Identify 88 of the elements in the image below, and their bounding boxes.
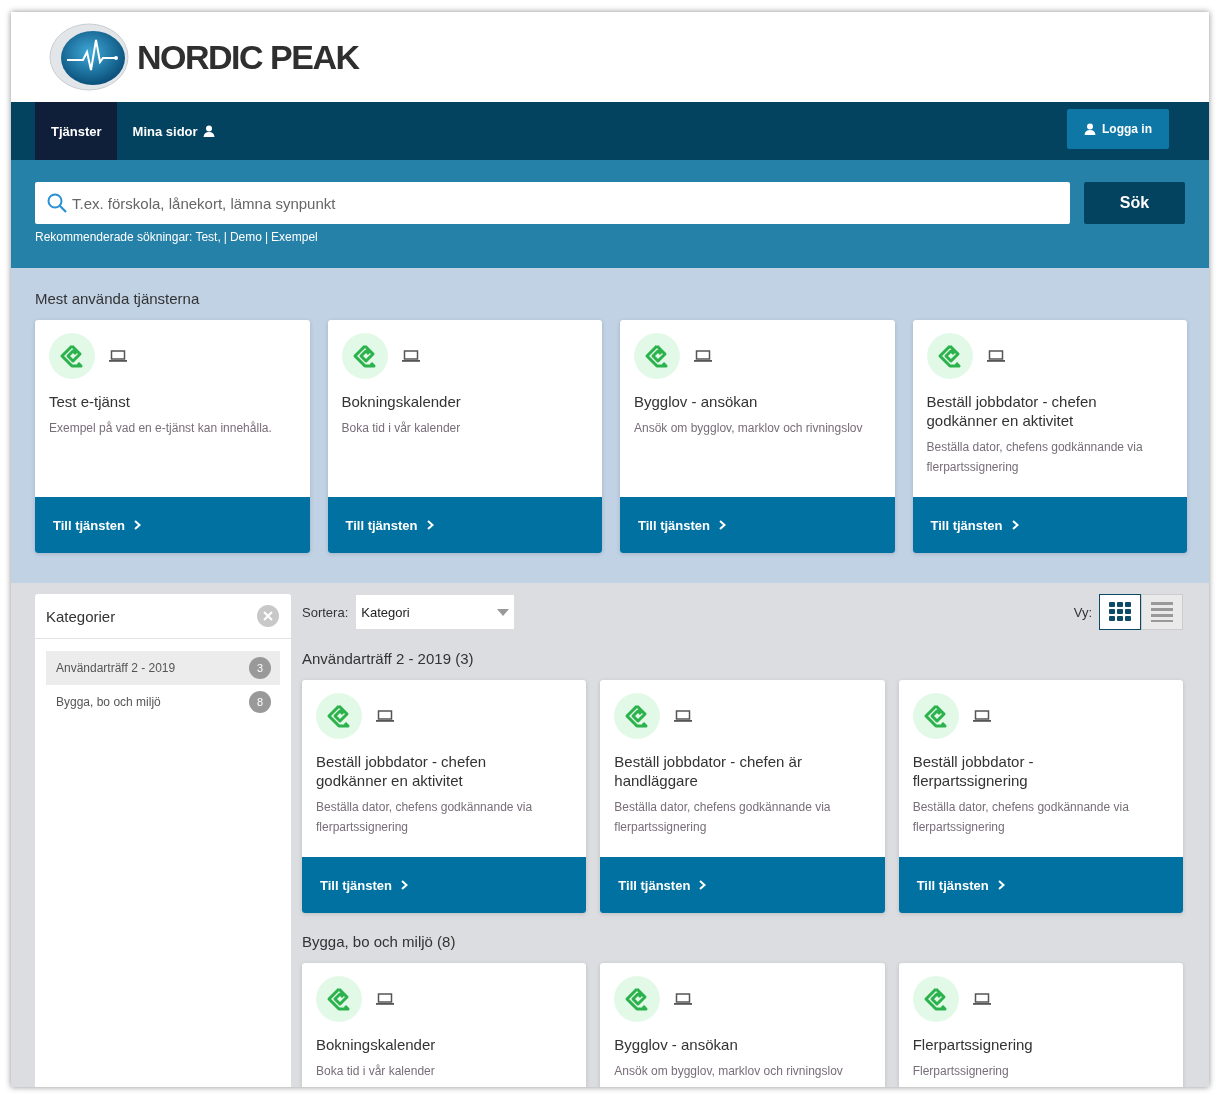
panel-title: Kategorier (46, 607, 116, 625)
card-title: Beställ jobbdator - chefen godkänner en aktivitet (316, 752, 488, 790)
card-description: Beställa dator, chefens godkännande via flerpartssignering (614, 799, 832, 836)
laptop-icon (986, 350, 1005, 362)
laptop-icon (376, 993, 394, 1005)
close-icon[interactable] (257, 605, 279, 627)
card-title: Flerpartssignering (912, 1035, 1034, 1054)
caret-down-icon (497, 608, 510, 616)
service-link-button[interactable]: Till tjänsten (912, 497, 1187, 553)
chevron-right-icon (1011, 520, 1019, 530)
laptop-icon (376, 710, 394, 722)
category-item[interactable]: Bygga, bo och miljö 8 (46, 685, 280, 719)
chevron-right-icon (134, 520, 141, 530)
recommended-link[interactable]: Demo (229, 230, 262, 244)
recommended-label: Rekommenderade sökningar: (35, 230, 193, 244)
service-link-button[interactable]: Till tjänsten (898, 857, 1183, 913)
grid-view-button[interactable] (1099, 594, 1141, 630)
service-link-button[interactable]: Till tjänsten (302, 857, 587, 913)
laptop-icon (674, 993, 693, 1005)
service-link-button[interactable]: Till tjänsten (600, 857, 885, 913)
laptop-icon (972, 710, 991, 722)
count-badge: 8 (249, 691, 271, 713)
laptop-icon (694, 350, 712, 362)
card-title: Bygglov - ansökan (614, 1035, 739, 1054)
card-title: Bokningskalender (316, 1035, 437, 1054)
group-heading: Användarträff 2 - 2019 (3) (302, 650, 475, 667)
card-description: Ansök om bygglov, marklov och rivningslov (634, 420, 864, 437)
login-button[interactable]: Logga in (1067, 109, 1169, 149)
search-icon (47, 193, 67, 213)
list-icon (1151, 602, 1173, 622)
separator: | (223, 230, 227, 244)
logo[interactable]: NORDIC PEAK (49, 22, 359, 92)
card-description: Beställa dator, chefens godkännande via flerpartssignering (316, 799, 534, 836)
e-service-icon (926, 333, 973, 379)
card-description: Beställa dator, chefens godkännande via flerpartssignering (912, 799, 1130, 836)
chevron-right-icon (426, 520, 434, 530)
section-heading: Mest använda tjänsterna (35, 290, 201, 307)
service-link-button[interactable]: Till tjänsten (327, 497, 602, 553)
chevron-right-icon (719, 520, 726, 530)
category-label: Användarträff 2 - 2019 (56, 661, 176, 675)
card-title: Bygglov - ansökan (634, 392, 759, 411)
e-service-icon (316, 693, 362, 739)
e-service-icon (912, 693, 959, 739)
card-title: Beställ jobbdator - chefen godkänner en aktivitet (926, 392, 1098, 430)
group-heading: Bygga, bo och miljö (8) (302, 933, 457, 950)
separator: | (264, 230, 269, 244)
nav-tab[interactable]: Mina sidor (116, 102, 230, 160)
e-service-icon (634, 333, 680, 379)
recommended-link[interactable]: Exempel (271, 230, 318, 244)
search-button[interactable]: Sök (1084, 182, 1185, 224)
card-description: Beställa dator, chefens godkännande via flerpartssignering (926, 439, 1144, 476)
recommended-link[interactable]: Test, (195, 230, 221, 244)
grid-icon (1109, 602, 1131, 622)
e-service-icon (49, 333, 95, 379)
e-service-icon (614, 693, 661, 739)
category-item[interactable]: Användarträff 2 - 2019 3 (46, 651, 280, 685)
laptop-icon (674, 710, 693, 722)
card-description: Boka tid i vår kalender (341, 420, 462, 437)
card-description: Exempel på vad en e-tjänst kan innehålla. (49, 420, 273, 437)
chevron-right-icon (997, 880, 1005, 890)
logo-icon (49, 22, 131, 92)
count-badge: 3 (249, 657, 271, 679)
laptop-icon (401, 350, 420, 362)
user-icon (202, 125, 215, 137)
nav-tab[interactable]: Tjänster (35, 102, 117, 160)
card-title: Beställ jobbdator - chefen är handläggare (614, 752, 803, 790)
laptop-icon (109, 350, 127, 362)
sort-dropdown[interactable]: Kategori (355, 594, 516, 630)
card-description: Ansök om bygglov, marklov och rivningslov (614, 1063, 844, 1080)
chevron-right-icon (401, 880, 408, 890)
category-label: Bygga, bo och miljö (56, 695, 161, 709)
card-title: Bokningskalender (341, 392, 462, 411)
card-description: Flerpartssignering (912, 1063, 1010, 1080)
e-service-icon (341, 333, 388, 379)
view-label: Vy: (1073, 604, 1092, 620)
sort-label: Sortera: (302, 604, 349, 620)
card-description: Boka tid i vår kalender (316, 1063, 436, 1080)
user-icon (1084, 123, 1096, 135)
service-link-button[interactable]: Till tjänsten (35, 497, 310, 553)
laptop-icon (972, 993, 991, 1005)
e-service-icon (614, 976, 661, 1022)
service-link-button[interactable]: Till tjänsten (620, 497, 895, 553)
card-title: Beställ jobbdator - flerpartssignering (912, 752, 1035, 790)
e-service-icon (316, 976, 362, 1022)
e-service-icon (912, 976, 959, 1022)
card-title: Test e-tjänst (49, 392, 131, 411)
search-field[interactable]: T.ex. förskola, lånekort, lämna synpunkt (35, 182, 1070, 224)
chevron-right-icon (699, 880, 707, 890)
